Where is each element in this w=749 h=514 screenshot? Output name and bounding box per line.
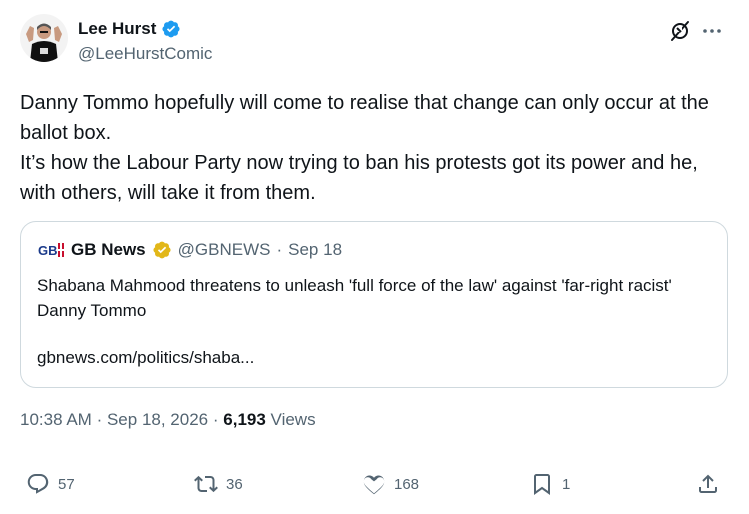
quoted-link[interactable]: gbnews.com/politics/shaba...	[37, 348, 254, 368]
more-icon[interactable]	[700, 19, 724, 43]
avatar[interactable]	[20, 14, 68, 62]
views-label: Views	[270, 410, 316, 429]
quoted-handle[interactable]: @GBNEWS	[178, 240, 271, 260]
repost-button[interactable]: 36	[194, 468, 243, 500]
quoted-tweet[interactable]: GB GB News @GBNEWS · Sep 18 Shabana Mahm…	[20, 221, 728, 388]
tweet-date[interactable]: Sep 18, 2026	[107, 410, 208, 429]
like-button[interactable]: 168	[362, 468, 419, 500]
author-name-block: Lee Hurst @LeeHurstComic	[78, 18, 212, 64]
tweet-time[interactable]: 10:38 AM	[20, 410, 92, 429]
like-icon	[362, 472, 386, 496]
quoted-tweet-header: GB GB News @GBNEWS · Sep 18	[37, 240, 342, 260]
meta-separator: ·	[96, 410, 103, 429]
reply-button[interactable]: 57	[26, 468, 75, 500]
bookmark-button[interactable]: 1	[530, 468, 570, 500]
repost-icon	[194, 472, 218, 496]
share-button[interactable]	[696, 468, 720, 500]
quoted-display-name[interactable]: GB News	[71, 240, 146, 260]
author-display-name[interactable]: Lee Hurst	[78, 19, 156, 39]
gb-news-logo: GB	[37, 241, 65, 259]
quoted-separator: ·	[276, 240, 283, 259]
like-count: 168	[394, 475, 420, 493]
tweet-text-line: It’s how the Labour Party now trying to …	[20, 152, 698, 204]
reply-icon	[26, 472, 50, 496]
bookmark-count: 1	[562, 475, 571, 493]
tweet-header: Lee Hurst @LeeHurstComic	[20, 14, 730, 66]
quoted-tweet-text: Shabana Mahmood threatens to unleash 'fu…	[37, 276, 672, 320]
repost-count: 36	[226, 475, 243, 493]
tweet-text: Danny Tommo hopefully will come to reali…	[20, 88, 730, 208]
share-icon	[696, 472, 720, 496]
verified-badge-icon[interactable]	[161, 19, 181, 39]
author-handle[interactable]: @LeeHurstComic	[78, 44, 212, 64]
reply-count: 57	[58, 475, 75, 493]
tweet-text-line: Danny Tommo hopefully will come to reali…	[20, 92, 709, 144]
action-bar: 57 36 168 1	[20, 468, 730, 500]
meta-separator: ·	[212, 410, 219, 429]
gb-news-logo-text: GB	[38, 243, 58, 258]
gold-verified-badge-icon[interactable]	[152, 240, 172, 260]
views-count: 6,193	[223, 410, 266, 429]
grok-icon[interactable]	[668, 19, 692, 43]
bookmark-icon	[530, 472, 554, 496]
quoted-date[interactable]: Sep 18	[288, 240, 342, 260]
tweet-meta: 10:38 AM · Sep 18, 2026 · 6,193 Views	[20, 410, 316, 430]
